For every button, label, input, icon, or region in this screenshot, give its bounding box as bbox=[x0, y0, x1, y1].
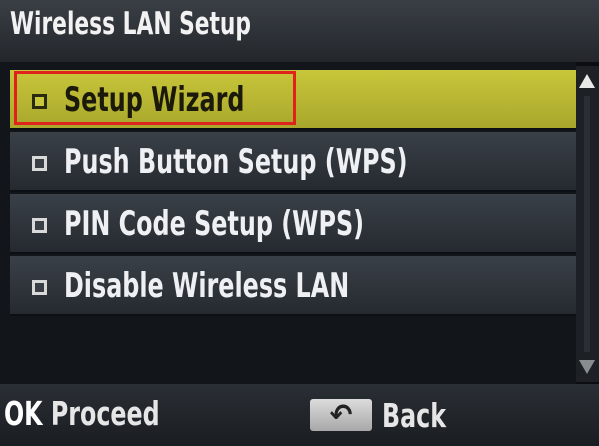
menu-list: Setup Wizard Push Button Setup (WPS) PIN… bbox=[0, 62, 576, 384]
menu-item-setup-wizard[interactable]: Setup Wizard bbox=[10, 70, 576, 130]
back-arrow-icon: ↶ bbox=[310, 398, 372, 433]
ok-proceed-softkey[interactable]: OK Proceed bbox=[4, 394, 160, 433]
menu-item-label: PIN Code Setup (WPS) bbox=[64, 204, 365, 244]
lcd-screen: Wireless LAN Setup Setup Wizard Push But… bbox=[0, 0, 599, 446]
menu-item-disable-wireless-lan[interactable]: Disable Wireless LAN bbox=[10, 256, 576, 316]
ok-label: Proceed bbox=[50, 394, 160, 433]
back-softkey[interactable]: ↶ Back bbox=[310, 392, 462, 438]
back-label: Back bbox=[382, 395, 446, 435]
screen-title: Wireless LAN Setup bbox=[10, 6, 251, 42]
menu-item-label: Push Button Setup (WPS) bbox=[64, 142, 408, 182]
scroll-track[interactable] bbox=[584, 96, 590, 352]
square-bullet-icon bbox=[32, 280, 47, 295]
scrollbar[interactable] bbox=[576, 66, 599, 382]
square-bullet-icon bbox=[32, 156, 47, 171]
scroll-down-arrow-icon[interactable] bbox=[579, 360, 595, 374]
menu-item-label: Setup Wizard bbox=[64, 80, 245, 120]
menu-item-pin-code-setup[interactable]: PIN Code Setup (WPS) bbox=[10, 194, 576, 254]
softkey-bar: OK Proceed ↶ Back bbox=[0, 384, 599, 446]
square-bullet-icon bbox=[32, 218, 47, 233]
title-bar: Wireless LAN Setup bbox=[0, 0, 599, 62]
square-bullet-icon bbox=[32, 94, 47, 109]
scroll-up-arrow-icon[interactable] bbox=[579, 74, 595, 88]
ok-tag: OK bbox=[4, 394, 43, 433]
menu-item-push-button-setup[interactable]: Push Button Setup (WPS) bbox=[10, 132, 576, 192]
menu-item-label: Disable Wireless LAN bbox=[64, 266, 350, 306]
